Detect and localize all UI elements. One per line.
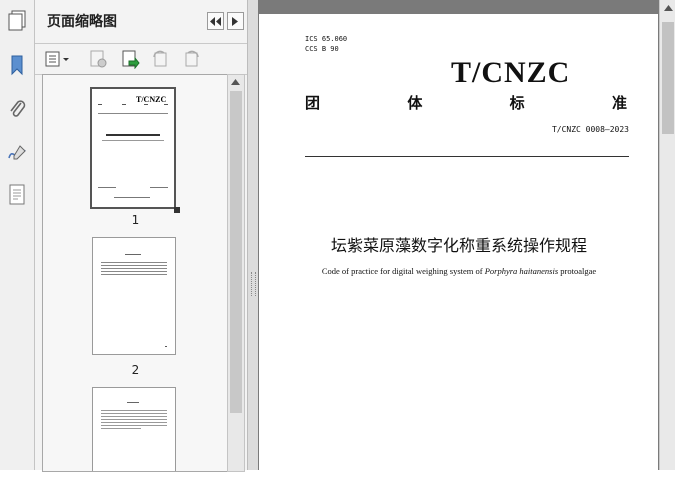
thumbnail-page-3[interactable] (92, 387, 176, 471)
ccs-code: CCS B 90 (305, 45, 339, 53)
document-title-english: Code of practice for digital weighing sy… (321, 266, 597, 276)
thumbnail-scrollbar-thumb[interactable] (230, 91, 242, 413)
document-title-chinese: 坛紫菜原藻数字化称重系统操作规程 (330, 236, 587, 255)
page-thumbnails-panel: 页面缩略图 T/CNZC 1 2 (35, 0, 247, 472)
panel-splitter[interactable] (247, 0, 258, 470)
standard-type-char: 团 (305, 94, 321, 112)
signature-icon[interactable] (5, 140, 29, 166)
document-properties-icon[interactable] (5, 182, 29, 208)
thumbnail-toolbar (35, 43, 247, 75)
document-scrollbar[interactable] (659, 0, 675, 470)
ics-code: ICS 65.060 (305, 35, 348, 43)
double-chevron-left-icon[interactable] (207, 12, 224, 30)
rotate-ccw-icon[interactable] (149, 48, 171, 70)
thumbnail-label: 2 (131, 363, 140, 377)
insert-page-icon[interactable] (119, 48, 141, 70)
scroll-up-icon[interactable] (660, 0, 675, 16)
navigation-toolstrip (0, 0, 35, 470)
thumbnail-page-1[interactable]: T/CNZC (90, 87, 180, 213)
thumbnail-label: 1 (131, 213, 140, 227)
document-page: ICS 65.060 CCS B 90 T/CNZC 团 体 标 准 T/CNZ… (259, 14, 658, 484)
standard-type: 团 体 标 准 (305, 92, 627, 113)
options-menu-icon[interactable] (43, 48, 73, 70)
standard-type-char: 准 (611, 94, 627, 112)
chevron-right-icon[interactable] (227, 12, 244, 30)
panel-header: 页面缩略图 (35, 0, 247, 42)
standard-logo: T/CNZC (451, 56, 571, 89)
classification-codes: ICS 65.060 CCS B 90 (305, 34, 347, 54)
standard-number: T/CNZC 0008—2023 (551, 125, 629, 134)
document-scrollbar-thumb[interactable] (662, 22, 674, 134)
standard-type-char: 体 (407, 94, 423, 112)
thumbnail-scrollbar[interactable] (227, 74, 245, 472)
thumb-logo: T/CNZC (136, 95, 167, 104)
thumbnail-list[interactable]: T/CNZC 1 2 (42, 74, 229, 472)
pages-icon[interactable] (5, 8, 29, 34)
standard-type-char: 标 (509, 94, 525, 112)
bookmark-icon[interactable] (5, 52, 29, 78)
attachment-icon[interactable] (5, 96, 29, 122)
delete-page-icon[interactable] (87, 48, 109, 70)
rotate-cw-icon[interactable] (181, 48, 203, 70)
thumbnail-page-2[interactable] (92, 237, 176, 355)
panel-title: 页面缩略图 (47, 14, 117, 30)
header-rule (305, 156, 629, 157)
document-view: ICS 65.060 CCS B 90 T/CNZC 团 体 标 准 T/CNZ… (258, 0, 659, 484)
